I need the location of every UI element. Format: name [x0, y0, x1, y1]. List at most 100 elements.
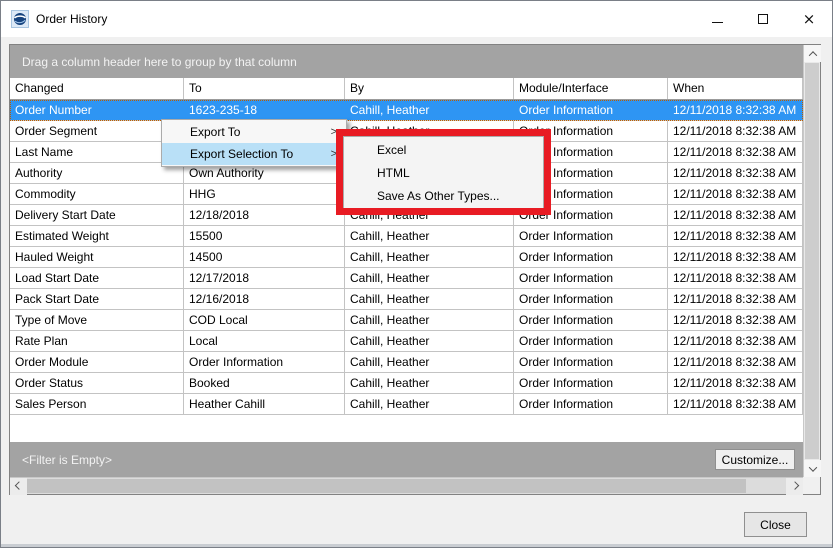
table-row[interactable]: Type of MoveCOD LocalCahill, HeatherOrde…	[10, 310, 803, 331]
chevron-right-icon	[790, 481, 798, 489]
grid-cell-when: 12/11/2018 8:32:38 AM	[668, 184, 803, 204]
close-window-button[interactable]: ×	[786, 1, 832, 37]
submenu-item-html[interactable]: HTML	[344, 161, 543, 184]
grid-cell-when: 12/11/2018 8:32:38 AM	[668, 310, 803, 330]
group-by-bar[interactable]: Drag a column header here to group by th…	[10, 45, 803, 78]
grid-cell-module: Order Information	[514, 394, 668, 414]
grid-cell-to: 1623-235-18	[184, 100, 345, 120]
context-menu: Export To > Export Selection To >	[161, 119, 347, 167]
grid-cell-to: HHG	[184, 184, 345, 204]
globe-icon	[13, 12, 27, 26]
grid-cell-to: 12/18/2018	[184, 205, 345, 225]
maximize-icon	[758, 14, 768, 24]
table-row[interactable]: Load Start Date12/17/2018Cahill, Heather…	[10, 268, 803, 289]
grid-cell-by: Cahill, Heather	[345, 394, 514, 414]
minimize-icon	[712, 22, 723, 23]
menu-item-label: Export Selection To	[190, 147, 293, 161]
grid-cell-changed: Authority	[10, 163, 184, 183]
scroll-up-arrow[interactable]	[804, 45, 821, 62]
grid-cell-when: 12/11/2018 8:32:38 AM	[668, 163, 803, 183]
table-row[interactable]: Pack Start Date12/16/2018Cahill, Heather…	[10, 289, 803, 310]
grid-cell-by: Cahill, Heather	[345, 268, 514, 288]
grid-cell-when: 12/11/2018 8:32:38 AM	[668, 100, 803, 120]
menu-item-label: Export To	[190, 125, 240, 139]
grid-cell-module: Order Information	[514, 268, 668, 288]
grid-cell-changed: Load Start Date	[10, 268, 184, 288]
submenu-item-save-as-other-types-[interactable]: Save As Other Types...	[344, 184, 543, 207]
grid-cell-when: 12/11/2018 8:32:38 AM	[668, 331, 803, 351]
grid-cell-module: Order Information	[514, 226, 668, 246]
grid-cell-changed: Order Number	[10, 100, 184, 120]
grid-cell-module: Order Information	[514, 331, 668, 351]
close-icon: ×	[803, 10, 816, 28]
vertical-scrollbar-thumb[interactable]	[805, 63, 819, 459]
grid-cell-when: 12/11/2018 8:32:38 AM	[668, 247, 803, 267]
order-history-grid: Drag a column header here to group by th…	[9, 44, 821, 495]
vertical-scrollbar[interactable]	[803, 45, 820, 477]
column-header-to[interactable]: To	[184, 78, 345, 99]
grid-cell-to: 12/16/2018	[184, 289, 345, 309]
table-row[interactable]: Order ModuleOrder InformationCahill, Hea…	[10, 352, 803, 373]
grid-cell-module: Order Information	[514, 310, 668, 330]
scroll-right-arrow[interactable]	[786, 478, 803, 495]
menu-item-export-to[interactable]: Export To >	[162, 121, 346, 143]
table-row[interactable]: Rate PlanLocalCahill, HeatherOrder Infor…	[10, 331, 803, 352]
grid-cell-changed: Type of Move	[10, 310, 184, 330]
table-row[interactable]: Sales PersonHeather CahillCahill, Heathe…	[10, 394, 803, 415]
column-header-when[interactable]: When	[668, 78, 803, 99]
grid-cell-by: Cahill, Heather	[345, 352, 514, 372]
filter-bar: <Filter is Empty> Customize...	[10, 442, 803, 477]
grid-cell-to: Order Information	[184, 352, 345, 372]
grid-header-row: ChangedToByModule/InterfaceWhen	[10, 78, 803, 100]
chevron-down-icon	[808, 463, 816, 471]
window-title: Order History	[36, 12, 107, 26]
export-submenu: ExcelHTMLSave As Other Types...	[343, 136, 544, 209]
grid-table: ChangedToByModule/InterfaceWhen Order Nu…	[10, 78, 803, 415]
submenu-item-excel[interactable]: Excel	[344, 138, 543, 161]
submenu-arrow-icon: >	[331, 148, 337, 160]
column-header-by[interactable]: By	[345, 78, 514, 99]
grid-cell-changed: Order Segment	[10, 121, 184, 141]
table-row[interactable]: Order StatusBookedCahill, HeatherOrder I…	[10, 373, 803, 394]
horizontal-scrollbar[interactable]	[10, 477, 803, 494]
chevron-up-icon	[808, 51, 816, 59]
grid-cell-to: COD Local	[184, 310, 345, 330]
table-row[interactable]: Estimated Weight15500Cahill, HeatherOrde…	[10, 226, 803, 247]
customize-button[interactable]: Customize...	[715, 449, 795, 470]
grid-cell-when: 12/11/2018 8:32:38 AM	[668, 373, 803, 393]
submenu-arrow-icon: >	[331, 126, 337, 138]
grid-cell-by: Cahill, Heather	[345, 226, 514, 246]
grid-cell-changed: Pack Start Date	[10, 289, 184, 309]
grid-cell-when: 12/11/2018 8:32:38 AM	[668, 142, 803, 162]
filter-status: <Filter is Empty>	[22, 453, 112, 467]
grid-cell-changed: Rate Plan	[10, 331, 184, 351]
menu-item-export-selection-to[interactable]: Export Selection To >	[162, 143, 346, 165]
grid-cell-to: 12/17/2018	[184, 268, 345, 288]
title-bar[interactable]: Order History ×	[1, 1, 832, 37]
grid-cell-when: 12/11/2018 8:32:38 AM	[668, 289, 803, 309]
grid-cell-to: Heather Cahill	[184, 394, 345, 414]
close-button[interactable]: Close	[744, 512, 807, 537]
grid-cell-when: 12/11/2018 8:32:38 AM	[668, 226, 803, 246]
table-row[interactable]: Hauled Weight14500Cahill, HeatherOrder I…	[10, 247, 803, 268]
grid-cell-by: Cahill, Heather	[345, 373, 514, 393]
column-header-changed[interactable]: Changed	[10, 78, 184, 99]
grid-cell-to: 15500	[184, 226, 345, 246]
grid-cell-to: 14500	[184, 247, 345, 267]
grid-cell-changed: Hauled Weight	[10, 247, 184, 267]
table-row[interactable]: Order Number1623-235-18Cahill, HeatherOr…	[10, 100, 803, 121]
grid-cell-module: Order Information	[514, 352, 668, 372]
grid-cell-changed: Order Module	[10, 352, 184, 372]
grid-cell-changed: Sales Person	[10, 394, 184, 414]
scroll-left-arrow[interactable]	[10, 478, 27, 495]
scroll-down-arrow[interactable]	[804, 460, 821, 477]
grid-cell-when: 12/11/2018 8:32:38 AM	[668, 121, 803, 141]
column-header-module[interactable]: Module/Interface	[514, 78, 668, 99]
horizontal-scrollbar-thumb[interactable]	[27, 479, 746, 493]
maximize-button[interactable]	[740, 1, 786, 37]
app-icon	[11, 10, 29, 28]
minimize-button[interactable]	[694, 1, 740, 37]
order-history-dialog: Order History × Drag a column header her…	[0, 0, 833, 548]
grid-cell-when: 12/11/2018 8:32:38 AM	[668, 352, 803, 372]
grid-cell-changed: Order Status	[10, 373, 184, 393]
